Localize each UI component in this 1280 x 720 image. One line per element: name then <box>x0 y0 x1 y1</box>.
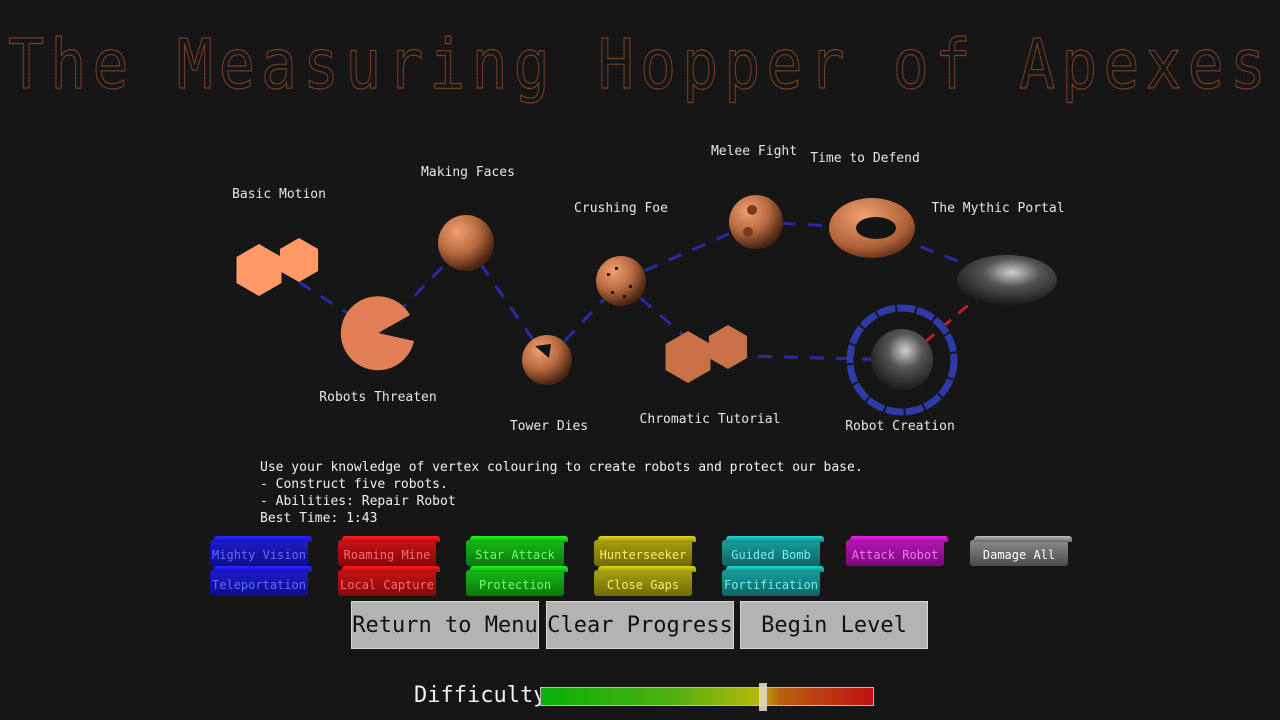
level-node-time-to-defend[interactable] <box>829 198 915 258</box>
level-label[interactable]: Chromatic Tutorial <box>640 412 781 427</box>
best-time: Best Time: 1:43 <box>260 511 378 526</box>
level-map <box>236 195 1057 416</box>
level-node-chromatic-tutorial[interactable] <box>665 325 748 383</box>
level-label[interactable]: The Mythic Portal <box>931 201 1064 216</box>
hex-shape <box>665 331 711 383</box>
level-label[interactable]: Making Faces <box>421 165 515 180</box>
ability-label: Local Capture <box>340 578 434 592</box>
description-line: - Construct five robots. <box>260 477 448 492</box>
sphere-shape <box>871 329 933 391</box>
ability-fortification[interactable]: Fortification <box>722 570 820 596</box>
spot <box>611 291 614 294</box>
level-node-robots-threaten[interactable] <box>340 296 414 371</box>
level-label[interactable]: Robots Threaten <box>319 390 436 405</box>
level-node-melee-fight[interactable] <box>729 195 783 249</box>
sphere-shape <box>729 195 783 249</box>
ability-close-gaps[interactable]: Close Gaps <box>594 570 692 596</box>
ability-roaming-mine[interactable]: Roaming Mine <box>338 540 436 566</box>
ability-protection[interactable]: Protection <box>466 570 564 596</box>
description-line: - Abilities: Repair Robot <box>260 494 456 509</box>
hex-shape <box>279 238 319 282</box>
ability-mighty-vision[interactable]: Mighty Vision <box>210 540 308 566</box>
sphere-shape <box>522 335 572 385</box>
ability-label: Star Attack <box>475 548 555 562</box>
spot <box>629 285 632 288</box>
ability-label: Guided Bomb <box>731 548 811 562</box>
ability-label: Damage All <box>982 548 1056 562</box>
dent <box>747 205 757 215</box>
difficulty-slider-handle[interactable] <box>759 683 768 711</box>
level-label[interactable]: Time to Defend <box>810 151 920 166</box>
ability-star-attack[interactable]: Star Attack <box>466 540 564 566</box>
ability-label: Attack Robot <box>851 548 939 562</box>
active-level-path <box>924 293 981 344</box>
clear-progress-button[interactable]: Clear Progress <box>546 601 734 649</box>
sphere-shape <box>438 215 494 271</box>
ability-label: Fortification <box>724 578 818 592</box>
difficulty-label: Difficulty: <box>414 683 560 708</box>
level-node-crushing-foe[interactable] <box>596 256 646 306</box>
torus-hole <box>856 217 896 239</box>
hex-shape <box>236 244 282 296</box>
ability-label: Close Gaps <box>606 578 680 592</box>
ability-label: Teleportation <box>212 578 306 592</box>
level-node-tower-dies[interactable] <box>522 335 572 385</box>
pacman-shape <box>340 296 414 371</box>
sphere-shape <box>596 256 646 306</box>
capsule-shape <box>957 255 1057 305</box>
ability-label: Protection <box>478 578 552 592</box>
dent <box>743 227 753 237</box>
description-line: Use your knowledge of vertex colouring t… <box>260 460 863 475</box>
level-label[interactable]: Tower Dies <box>510 419 588 434</box>
ability-damage-all[interactable]: Damage All <box>970 540 1068 566</box>
ability-hunterseeker[interactable]: Hunterseeker <box>594 540 692 566</box>
return-to-menu-button[interactable]: Return to Menu <box>351 601 539 649</box>
spot <box>623 295 626 298</box>
level-label[interactable]: Crushing Foe <box>574 201 668 216</box>
hex-shape <box>708 325 748 369</box>
ability-guided-bomb[interactable]: Guided Bomb <box>722 540 820 566</box>
ability-label: Mighty Vision <box>212 548 306 562</box>
level-node-making-faces[interactable] <box>438 215 494 271</box>
level-label[interactable]: Basic Motion <box>232 187 326 202</box>
ability-teleportation[interactable]: Teleportation <box>210 570 308 596</box>
level-label[interactable]: Robot Creation <box>845 419 955 434</box>
level-label[interactable]: Melee Fight <box>711 144 797 159</box>
begin-level-button[interactable]: Begin Level <box>740 601 928 649</box>
ability-label: Hunterseeker <box>599 548 687 562</box>
ability-local-capture[interactable]: Local Capture <box>338 570 436 596</box>
difficulty-slider[interactable] <box>540 683 874 711</box>
ability-attack-robot[interactable]: Attack Robot <box>846 540 944 566</box>
spot <box>607 273 610 276</box>
ability-label: Roaming Mine <box>343 548 431 562</box>
spot <box>615 267 618 270</box>
level-node-the-mythic-portal[interactable] <box>957 255 1057 305</box>
level-description: Use your knowledge of vertex colouring t… <box>260 459 863 527</box>
